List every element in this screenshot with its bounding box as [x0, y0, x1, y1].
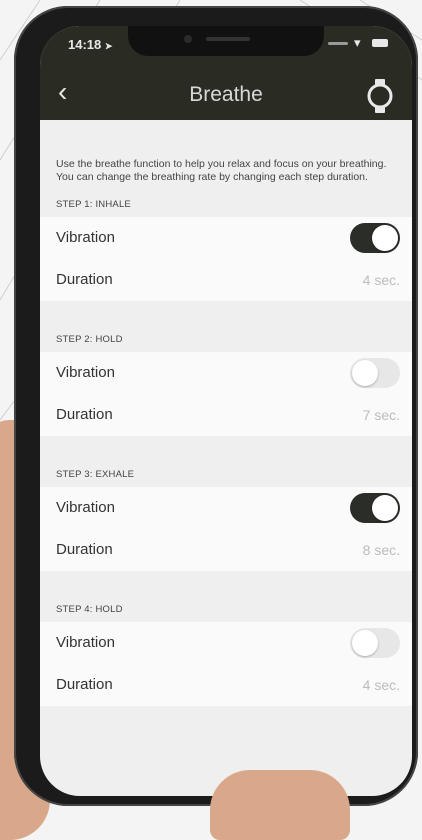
vibration-toggle[interactable] — [350, 628, 400, 658]
vibration-row: Vibration — [40, 622, 412, 664]
duration-value: 8 sec. — [362, 542, 400, 558]
duration-value: 4 sec. — [362, 677, 400, 693]
thumb — [210, 770, 350, 840]
page-title: Breathe — [189, 83, 263, 106]
step-group: Vibration Duration 8 sec. — [40, 487, 412, 571]
toggle-knob — [352, 630, 378, 656]
step-label: STEP 1: INHALE — [56, 199, 131, 210]
watch-icon[interactable] — [366, 78, 394, 114]
step-label: STEP 4: HOLD — [56, 604, 123, 615]
wifi-icon: ▾ — [354, 35, 361, 50]
duration-label: Duration — [56, 676, 113, 693]
toggle-knob — [372, 225, 398, 251]
vibration-toggle[interactable] — [350, 223, 400, 253]
speaker-grille — [206, 37, 250, 41]
vibration-label: Vibration — [56, 634, 115, 651]
screen: 14:18 ➤ ▾ ‹ Breathe Use the breathe func… — [40, 26, 412, 796]
step-section: STEP 2: HOLD Vibration Duration 7 sec. — [40, 328, 412, 436]
step-group: Vibration Duration 4 sec. — [40, 217, 412, 301]
vibration-toggle[interactable] — [350, 493, 400, 523]
phone-frame: 14:18 ➤ ▾ ‹ Breathe Use the breathe func… — [14, 6, 418, 806]
duration-value: 7 sec. — [362, 407, 400, 423]
signal-icon — [328, 42, 348, 45]
duration-row[interactable]: Duration 4 sec. — [40, 259, 412, 301]
battery-icon — [372, 39, 388, 47]
duration-row[interactable]: Duration 7 sec. — [40, 394, 412, 436]
vibration-toggle[interactable] — [350, 358, 400, 388]
duration-label: Duration — [56, 271, 113, 288]
intro-text: Use the breathe function to help you rel… — [56, 158, 387, 183]
settings-content: Use the breathe function to help you rel… — [40, 120, 412, 706]
duration-value: 4 sec. — [362, 272, 400, 288]
step-label: STEP 2: HOLD — [56, 334, 123, 345]
duration-row[interactable]: Duration 4 sec. — [40, 664, 412, 706]
location-icon: ➤ — [104, 41, 113, 51]
step-section: STEP 1: INHALE Vibration Duration 4 sec. — [40, 193, 412, 301]
vibration-row: Vibration — [40, 217, 412, 259]
duration-row[interactable]: Duration 8 sec. — [40, 529, 412, 571]
toggle-knob — [352, 360, 378, 386]
status-bar: 14:18 ➤ ▾ — [40, 26, 412, 72]
step-section: STEP 4: HOLD Vibration Duration 4 sec. — [40, 598, 412, 706]
status-time: 14:18 ➤ — [68, 37, 113, 52]
step-section: STEP 3: EXHALE Vibration Duration 8 sec. — [40, 463, 412, 571]
camera-icon — [184, 35, 192, 43]
duration-label: Duration — [56, 541, 113, 558]
vibration-label: Vibration — [56, 229, 115, 246]
step-label: STEP 3: EXHALE — [56, 469, 135, 480]
vibration-row: Vibration — [40, 487, 412, 529]
notch — [128, 26, 324, 56]
step-group: Vibration Duration 4 sec. — [40, 622, 412, 706]
toggle-knob — [372, 495, 398, 521]
vibration-label: Vibration — [56, 499, 115, 516]
vibration-row: Vibration — [40, 352, 412, 394]
vibration-label: Vibration — [56, 364, 115, 381]
nav-bar: ‹ Breathe — [40, 72, 412, 120]
step-group: Vibration Duration 7 sec. — [40, 352, 412, 436]
duration-label: Duration — [56, 406, 113, 423]
